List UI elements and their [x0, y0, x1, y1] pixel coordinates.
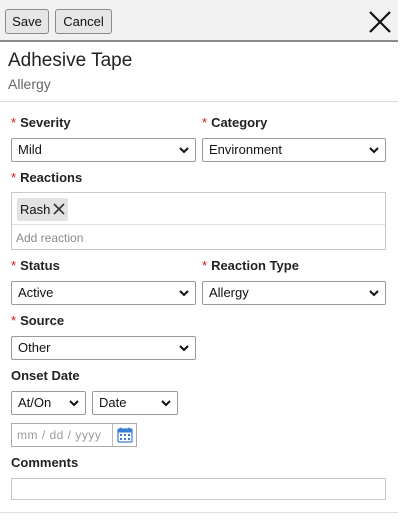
onset-qualifier-value: At/On [18, 395, 52, 410]
category-select[interactable]: Environment [202, 138, 386, 162]
reaction-type-label: * Reaction Type [202, 258, 299, 273]
severity-value: Mild [18, 142, 42, 157]
onset-date-placeholder: mm / dd / yyyy [17, 428, 102, 442]
required-marker: * [11, 170, 17, 185]
remove-icon[interactable] [52, 202, 66, 216]
comments-input[interactable] [11, 478, 386, 500]
footer-divider [0, 512, 398, 513]
cancel-button[interactable]: Cancel [55, 9, 112, 34]
status-label: * Status [11, 258, 60, 273]
onset-date-input[interactable]: mm / dd / yyyy [11, 423, 137, 447]
page-title: Adhesive Tape [8, 50, 133, 71]
reaction-type-select[interactable]: Allergy [202, 281, 386, 305]
chevron-down-icon [179, 290, 189, 297]
reactions-label: * Reactions [11, 170, 83, 185]
chevron-down-icon [69, 400, 79, 407]
reactions-field[interactable]: Rash Add reaction [11, 192, 386, 250]
chevron-down-icon [179, 147, 189, 154]
save-button[interactable]: Save [5, 9, 49, 34]
status-select[interactable]: Active [11, 281, 196, 305]
source-select[interactable]: Other [11, 336, 196, 360]
source-value: Other [18, 340, 51, 355]
required-marker: * [11, 258, 17, 273]
source-label: * Source [11, 313, 65, 328]
reaction-type-value: Allergy [209, 285, 249, 300]
onset-date-label: Onset Date [11, 368, 80, 383]
chevron-down-icon [161, 400, 171, 407]
severity-label: * Severity [11, 115, 71, 130]
comments-label: Comments [11, 455, 79, 470]
status-value: Active [18, 285, 54, 300]
category-value: Environment [209, 142, 282, 157]
reactions-divider [12, 224, 385, 225]
required-marker: * [202, 115, 208, 130]
reaction-chip-label: Rash [20, 202, 51, 217]
header-divider [0, 101, 398, 102]
onset-precision-select[interactable]: Date [92, 391, 178, 415]
add-reaction-input[interactable]: Add reaction [16, 231, 83, 245]
onset-qualifier-select[interactable]: At/On [11, 391, 86, 415]
onset-precision-value: Date [99, 395, 127, 410]
chevron-down-icon [369, 290, 379, 297]
calendar-separator [112, 424, 113, 446]
page-subtitle: Allergy [8, 76, 51, 92]
chevron-down-icon [179, 345, 189, 352]
toolbar: Save Cancel [0, 0, 398, 42]
severity-select[interactable]: Mild [11, 138, 196, 162]
required-marker: * [11, 313, 17, 328]
calendar-icon[interactable] [117, 427, 133, 443]
close-icon[interactable] [367, 9, 393, 35]
reaction-chip: Rash [17, 198, 68, 221]
required-marker: * [11, 115, 17, 130]
required-marker: * [202, 258, 208, 273]
category-label: * Category [202, 115, 268, 130]
chevron-down-icon [369, 147, 379, 154]
